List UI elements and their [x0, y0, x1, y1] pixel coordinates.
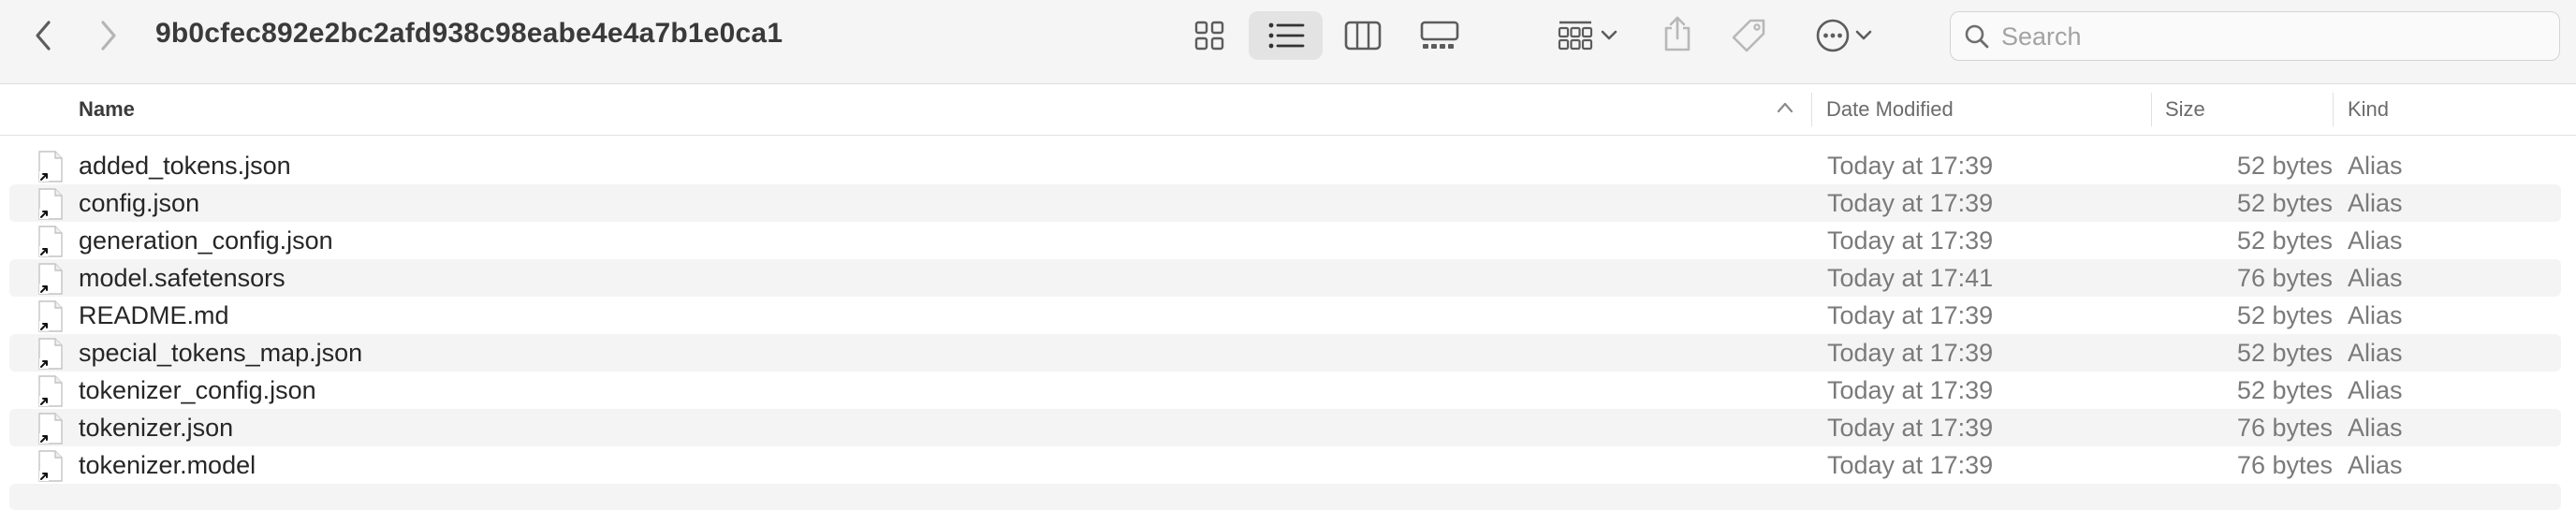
- share-button[interactable]: [1659, 13, 1696, 54]
- list-view-icon: [1268, 22, 1305, 49]
- file-name: tokenizer_config.json: [79, 376, 316, 404]
- file-date-modified: Today at 17:41: [1827, 264, 1994, 292]
- search-field[interactable]: [1950, 11, 2560, 61]
- tag-icon: [1732, 19, 1765, 52]
- file-row[interactable]: README.md Today at 17:39 52 bytes Alias: [9, 297, 2561, 334]
- file-row[interactable]: config.json Today at 17:39 52 bytes Alia…: [9, 184, 2561, 222]
- file-size: 52 bytes: [2236, 189, 2333, 217]
- file-kind: Alias: [2348, 301, 2403, 329]
- alias-file-icon: [38, 188, 63, 220]
- file-kind: Alias: [2348, 264, 2403, 292]
- column-divider[interactable]: [2151, 93, 2152, 126]
- column-header-name[interactable]: Name: [79, 85, 135, 134]
- file-row[interactable]: special_tokens_map.json Today at 17:39 5…: [9, 334, 2561, 372]
- group-by-button[interactable]: [1550, 17, 1625, 54]
- empty-row: [9, 484, 2561, 510]
- file-date-modified: Today at 17:39: [1827, 376, 1994, 404]
- chevron-left-icon: [36, 21, 51, 51]
- search-icon: [1965, 24, 1989, 49]
- column-header-kind[interactable]: Kind: [2348, 85, 2389, 134]
- file-kind: Alias: [2348, 339, 2403, 367]
- column-header-row: Name Date Modified Size Kind: [0, 85, 2576, 136]
- file-date-modified: Today at 17:39: [1827, 414, 1994, 442]
- file-date-modified: Today at 17:39: [1827, 189, 1994, 217]
- file-row[interactable]: added_tokens.json Today at 17:39 52 byte…: [9, 147, 2561, 184]
- icon-view-button[interactable]: [1189, 17, 1230, 54]
- file-name: added_tokens.json: [79, 152, 291, 180]
- column-divider[interactable]: [2333, 93, 2334, 126]
- column-divider[interactable]: [1811, 93, 1812, 126]
- finder-toolbar: 9b0cfec892e2bc2afd938c98eabe4e4a7b1e0ca1: [0, 0, 2576, 84]
- alias-file-icon: [38, 450, 63, 482]
- alias-file-icon: [38, 413, 63, 444]
- file-row[interactable]: model.safetensors Today at 17:41 76 byte…: [9, 259, 2561, 297]
- alias-file-icon: [38, 226, 63, 257]
- file-kind: Alias: [2348, 226, 2403, 255]
- sort-ascending-icon[interactable]: [1776, 100, 1794, 115]
- file-size: 52 bytes: [2236, 226, 2333, 255]
- file-date-modified: Today at 17:39: [1827, 301, 1994, 329]
- alias-file-icon: [38, 338, 63, 370]
- file-date-modified: Today at 17:39: [1827, 226, 1994, 255]
- alias-file-icon: [38, 263, 63, 295]
- forward-button[interactable]: [92, 17, 125, 54]
- group-by-icon: [1558, 21, 1593, 51]
- more-actions-button[interactable]: [1810, 16, 1878, 55]
- file-kind: Alias: [2348, 451, 2403, 479]
- file-size: 76 bytes: [2236, 264, 2333, 292]
- column-header-size[interactable]: Size: [2165, 85, 2205, 134]
- gallery-view-icon: [1420, 21, 1459, 49]
- file-size: 52 bytes: [2236, 376, 2333, 404]
- file-kind: Alias: [2348, 152, 2403, 180]
- file-row[interactable]: tokenizer_config.json Today at 17:39 52 …: [9, 372, 2561, 409]
- file-name: model.safetensors: [79, 264, 285, 292]
- file-name: special_tokens_map.json: [79, 339, 363, 367]
- file-row[interactable]: tokenizer.json Today at 17:39 76 bytes A…: [9, 409, 2561, 446]
- back-button[interactable]: [26, 17, 60, 54]
- ellipsis-circle-icon: [1816, 19, 1850, 52]
- alias-file-icon: [38, 151, 63, 182]
- file-row[interactable]: generation_config.json Today at 17:39 52…: [9, 222, 2561, 259]
- file-name: generation_config.json: [79, 226, 333, 255]
- chevron-down-icon: [1601, 30, 1617, 40]
- alias-file-icon: [38, 375, 63, 407]
- file-name: README.md: [79, 301, 229, 329]
- file-size: 52 bytes: [2236, 301, 2333, 329]
- file-size: 76 bytes: [2236, 451, 2333, 479]
- file-size: 52 bytes: [2236, 152, 2333, 180]
- alias-file-icon: [38, 300, 63, 332]
- file-row[interactable]: tokenizer.model Today at 17:39 76 bytes …: [9, 446, 2561, 484]
- chevron-right-icon: [101, 21, 116, 51]
- file-size: 52 bytes: [2236, 339, 2333, 367]
- icon-view-icon: [1194, 21, 1224, 51]
- file-kind: Alias: [2348, 189, 2403, 217]
- file-kind: Alias: [2348, 414, 2403, 442]
- file-name: config.json: [79, 189, 200, 217]
- list-view-button[interactable]: [1264, 17, 1309, 54]
- search-input[interactable]: [1999, 12, 2546, 61]
- column-header-date-modified[interactable]: Date Modified: [1826, 85, 1954, 134]
- file-name: tokenizer.json: [79, 414, 234, 442]
- tag-button[interactable]: [1728, 15, 1769, 56]
- gallery-view-button[interactable]: [1417, 17, 1462, 54]
- file-name: tokenizer.model: [79, 451, 256, 479]
- file-date-modified: Today at 17:39: [1827, 451, 1994, 479]
- file-list: added_tokens.json Today at 17:39 52 byte…: [9, 147, 2561, 510]
- share-icon: [1664, 16, 1690, 51]
- file-date-modified: Today at 17:39: [1827, 152, 1994, 180]
- column-view-icon: [1344, 21, 1382, 51]
- file-date-modified: Today at 17:39: [1827, 339, 1994, 367]
- chevron-down-icon: [1855, 30, 1872, 40]
- column-view-button[interactable]: [1342, 17, 1383, 54]
- file-size: 76 bytes: [2236, 414, 2333, 442]
- window-title: 9b0cfec892e2bc2afd938c98eabe4e4a7b1e0ca1: [155, 18, 783, 49]
- file-kind: Alias: [2348, 376, 2403, 404]
